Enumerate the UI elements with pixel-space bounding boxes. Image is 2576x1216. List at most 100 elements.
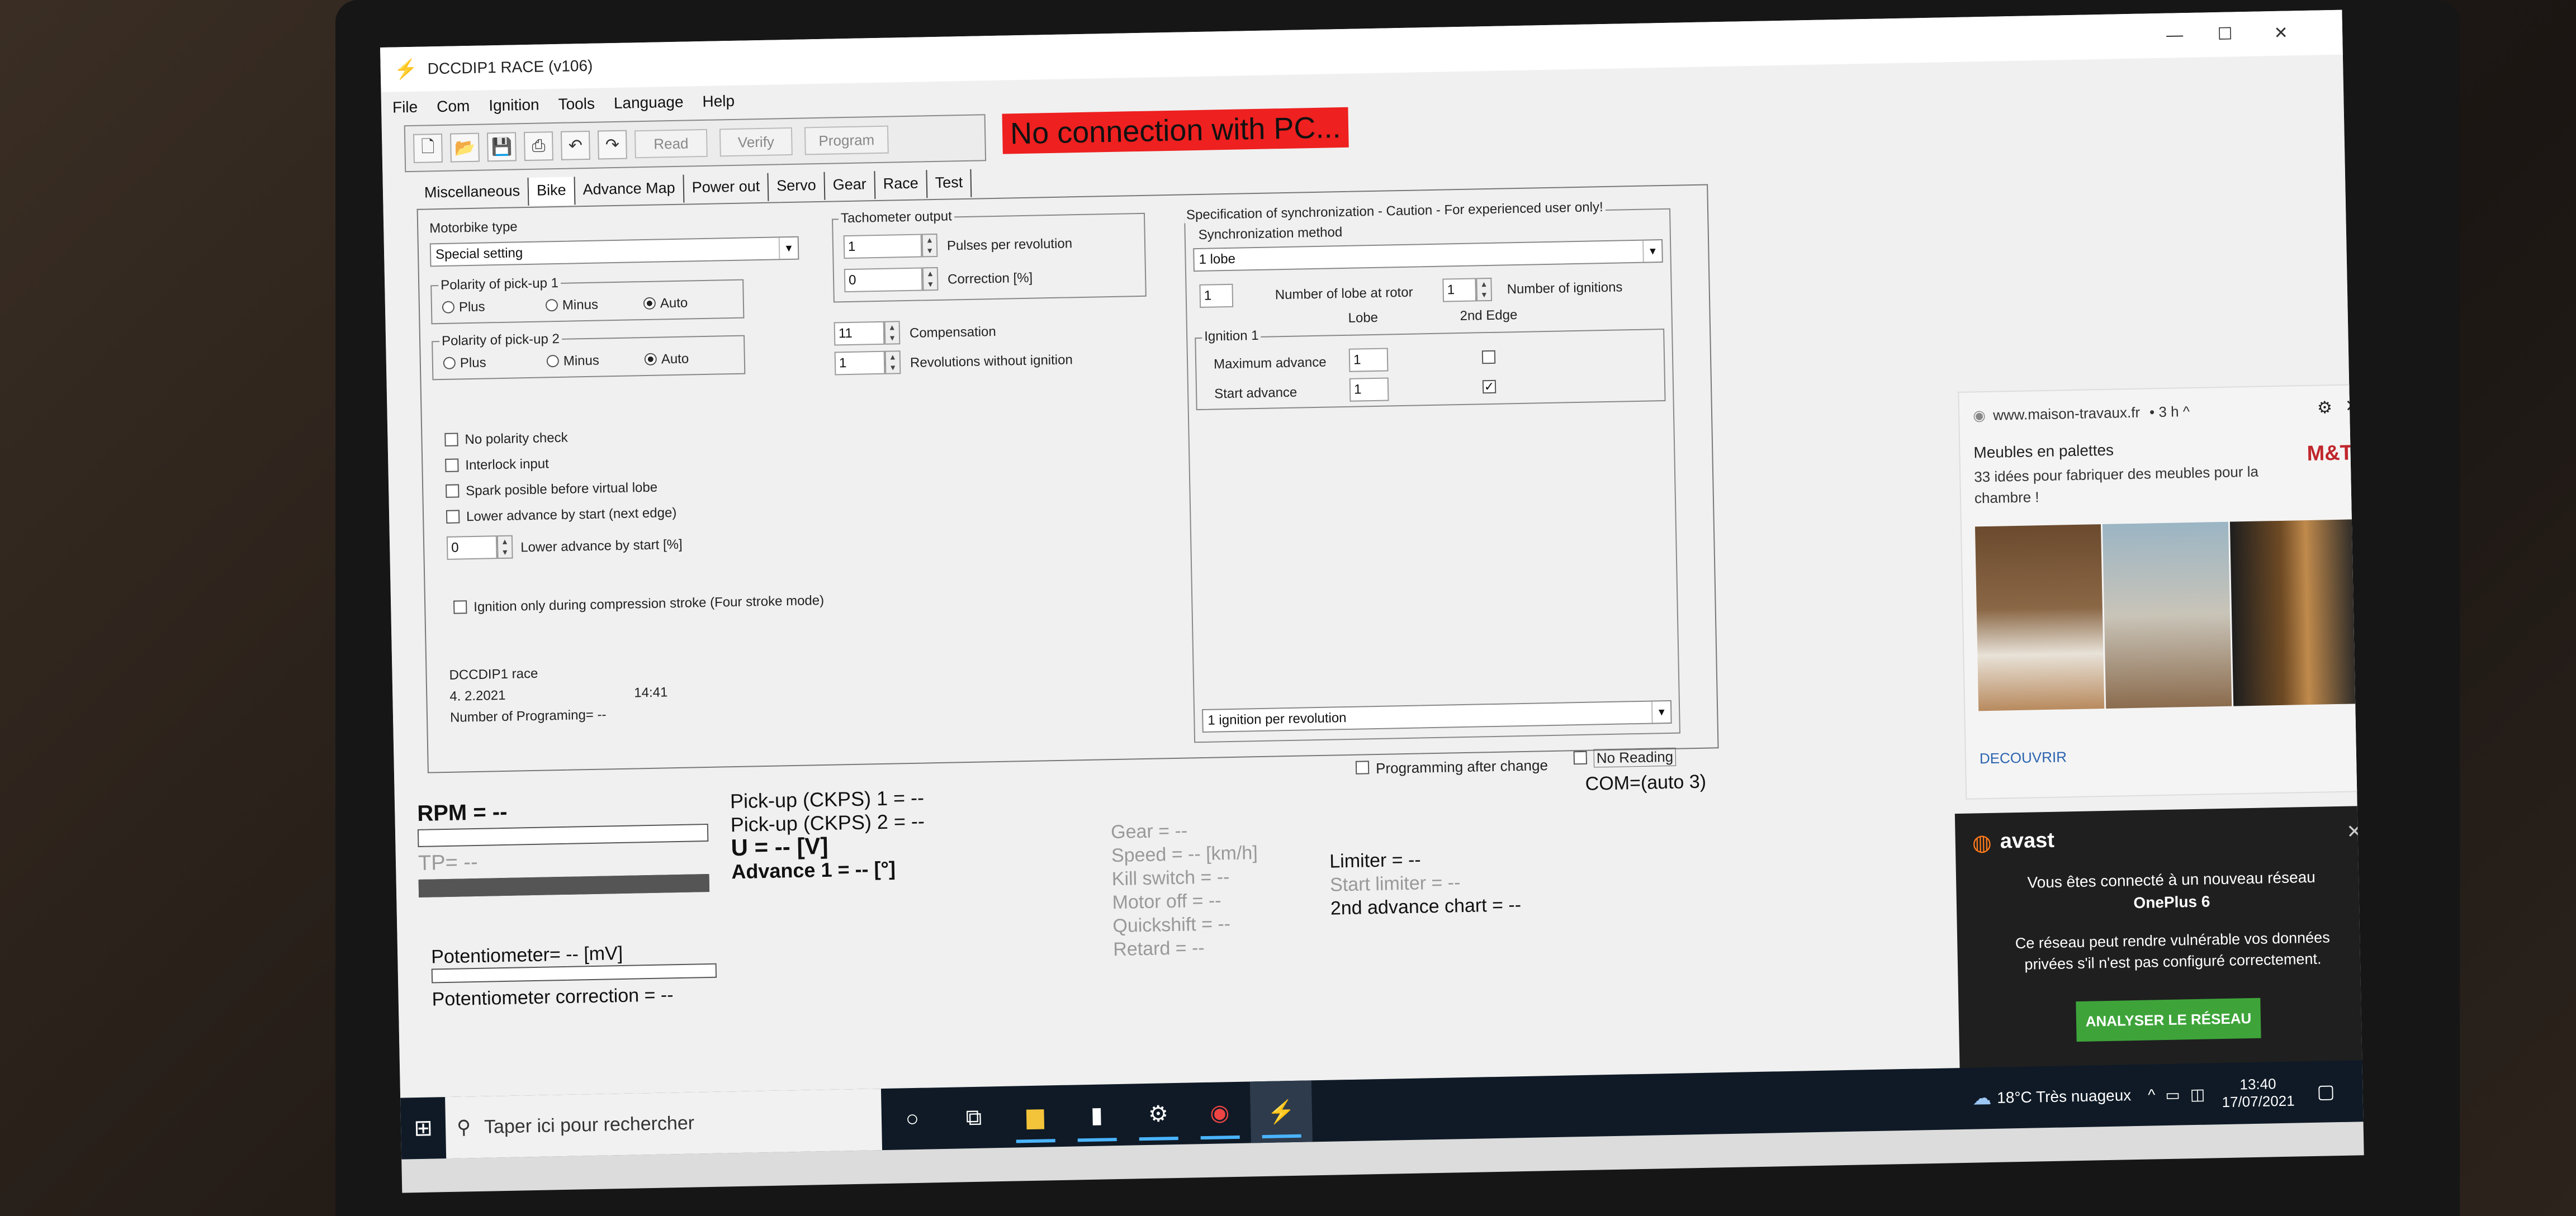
sync-method-label: Synchronization method <box>1198 225 1343 243</box>
no-polarity-check-checkbox[interactable] <box>444 433 458 446</box>
weather-text[interactable]: 18°C Très nuageux <box>1997 1086 2132 1107</box>
correction-spinner[interactable]: ▲ ▼ <box>922 267 939 291</box>
analyze-network-button[interactable]: ANALYSER LE RÉSEAU <box>2076 998 2261 1042</box>
site-logo: M&T <box>2307 441 2354 466</box>
cortana-icon[interactable]: ○ <box>881 1087 944 1150</box>
new-file-icon[interactable]: 🗋 <box>413 133 443 163</box>
com-port-status: COM=(auto 3) <box>1585 771 1707 795</box>
pulses-per-rev-spinner[interactable]: ▲ ▼ <box>921 233 938 258</box>
dccdip-app-icon[interactable]: ⚡ <box>1249 1080 1313 1143</box>
clock-date[interactable]: 17/07/2021 <box>2222 1092 2295 1111</box>
pulses-per-rev-input[interactable]: 1 <box>843 234 922 259</box>
taskbar-search[interactable]: ⚲ Taper ici pour rechercher <box>445 1089 883 1159</box>
menu-tools[interactable]: Tools <box>558 95 595 113</box>
ignition-only-compression-checkbox[interactable] <box>453 600 467 614</box>
settings-gear-icon[interactable]: ⚙ <box>1127 1083 1190 1146</box>
motorbike-type-value: Special setting <box>435 245 523 263</box>
compensation-spinner[interactable]: ▲ ▼ <box>884 321 901 345</box>
lower-advance-next-edge-checkbox[interactable] <box>446 510 460 524</box>
tab-power-out[interactable]: Power out <box>684 173 769 203</box>
rev-without-ignition-input[interactable]: 1 <box>834 350 886 376</box>
avast-message-line1: Vous êtes connecté à un nouveau réseau <box>2027 868 2316 891</box>
avast-logo-icon: ◍ <box>1972 830 1992 856</box>
program-button[interactable]: Program <box>804 125 889 155</box>
tab-servo[interactable]: Servo <box>768 172 826 201</box>
ignition-count-spinner[interactable]: ▲ ▼ <box>1476 277 1493 302</box>
tachometer-title: Tachometer output <box>838 208 955 227</box>
tab-bike[interactable]: Bike <box>528 177 576 206</box>
start-advance-label: Start advance <box>1214 384 1298 402</box>
menu-com[interactable]: Com <box>437 97 470 116</box>
max-advance-input[interactable]: 1 <box>1348 348 1389 372</box>
start-advance-input[interactable]: 1 <box>1349 377 1389 402</box>
search-icon: ⚲ <box>456 1117 471 1138</box>
lower-advance-spinner[interactable]: ▲ ▼ <box>496 535 513 559</box>
verify-button[interactable]: Verify <box>719 127 793 157</box>
windows-start-icon[interactable]: ⊞ <box>400 1097 446 1160</box>
discover-link[interactable]: DECOUVRIR <box>1980 748 2067 767</box>
motorbike-type-select[interactable]: Special setting ▼ <box>429 236 799 267</box>
voltage-readout: U = -- [V] <box>731 832 828 861</box>
notification-center-icon[interactable]: ▢ <box>2317 1080 2335 1103</box>
no-reading-checkbox[interactable] <box>1573 750 1588 765</box>
rev-without-ignition-spinner[interactable]: ▲ ▼ <box>884 350 901 374</box>
window-title: DCCDIP1 RACE (v106) <box>427 56 593 78</box>
bedroom-image-2 <box>2102 521 2232 709</box>
tab-race[interactable]: Race <box>875 170 928 200</box>
correction-label: Correction [%] <box>947 270 1033 287</box>
task-view-icon[interactable]: ⧉ <box>943 1086 1005 1149</box>
app-b-icon[interactable]: ▮ <box>1066 1084 1128 1147</box>
print-icon[interactable]: ⎙ <box>523 131 553 162</box>
open-folder-icon[interactable]: 📂 <box>449 132 480 163</box>
menu-file[interactable]: File <box>392 98 418 117</box>
avast-notification[interactable]: ◍ avast ✕ Vous êtes connecté à un nouvea… <box>1954 805 2364 1077</box>
interlock-input-checkbox[interactable] <box>445 458 459 472</box>
search-placeholder: Taper ici pour rechercher <box>484 1112 695 1138</box>
screen: ⚡ DCCDIP1 RACE (v106) — ☐ ✕ File Com Ign… <box>380 10 2364 1193</box>
menu-help[interactable]: Help <box>702 92 735 111</box>
spark-possible-checkbox[interactable] <box>446 484 460 498</box>
menu-ignition[interactable]: Ignition <box>489 96 539 115</box>
max-advance-2nd-edge-checkbox[interactable] <box>1481 350 1496 364</box>
gear-icon[interactable]: ⚙ <box>2317 398 2333 418</box>
motorbike-type-label: Motorbike type <box>429 219 518 236</box>
avast-brand: avast <box>2000 828 2055 853</box>
chevron-up-icon[interactable]: ^ <box>2148 1086 2156 1104</box>
menu-language[interactable]: Language <box>614 93 684 112</box>
pickup2-auto-label: Auto <box>661 351 689 367</box>
tab-miscellaneous[interactable]: Miscellaneous <box>416 177 529 208</box>
tab-advance-map[interactable]: Advance Map <box>575 174 685 205</box>
ignition-count-label: Number of ignitions <box>1507 279 1623 297</box>
lobe-count-label: Number of lobe at rotor <box>1275 284 1413 303</box>
programming-after-change-checkbox[interactable] <box>1355 761 1370 775</box>
web-notification[interactable]: ◉ www.maison-travaux.fr • 3 h ^ ⚙ ✕ Meub… <box>1958 383 2364 800</box>
ignition-count-input[interactable]: 1 <box>1442 278 1477 302</box>
minimize-icon[interactable]: — <box>2158 18 2192 53</box>
connection-status-banner: No connection with PC... <box>1002 107 1349 154</box>
chevron-down-icon: ▼ <box>778 237 798 259</box>
maximize-icon[interactable]: ☐ <box>2208 17 2242 51</box>
file-explorer-icon[interactable]: ▆ <box>1004 1085 1067 1148</box>
motor-off-readout: Motor off = -- <box>1112 890 1221 914</box>
tp-bar <box>418 873 710 897</box>
save-icon[interactable]: 💾 <box>486 132 517 162</box>
interlock-input-label: Interlock input <box>465 456 550 473</box>
close-icon[interactable]: ✕ <box>2264 16 2298 50</box>
redo-icon[interactable]: ↷ <box>597 130 627 160</box>
read-button[interactable]: Read <box>634 129 708 159</box>
clock-time[interactable]: 13:40 <box>2239 1075 2276 1093</box>
undo-icon[interactable]: ↶ <box>560 130 590 160</box>
lower-advance-input[interactable]: 0 <box>446 535 498 560</box>
lobe-count-input[interactable]: 1 <box>1199 283 1234 308</box>
chrome-icon[interactable]: ◉ <box>1188 1081 1251 1144</box>
pickup1-title: Polarity of pick-up 1 <box>438 275 561 294</box>
max-advance-label: Maximum advance <box>1213 354 1327 372</box>
correction-input[interactable]: 0 <box>844 267 923 293</box>
compensation-input[interactable]: 11 <box>834 321 885 346</box>
network-icon[interactable]: ▭ <box>2165 1085 2180 1104</box>
volume-icon[interactable]: ◫ <box>2190 1085 2205 1104</box>
start-advance-2nd-edge-checkbox[interactable]: ✓ <box>1482 379 1497 394</box>
tab-test[interactable]: Test <box>927 169 972 198</box>
tab-gear[interactable]: Gear <box>825 171 876 200</box>
info-device-name: DCCDIP1 race <box>449 666 538 683</box>
